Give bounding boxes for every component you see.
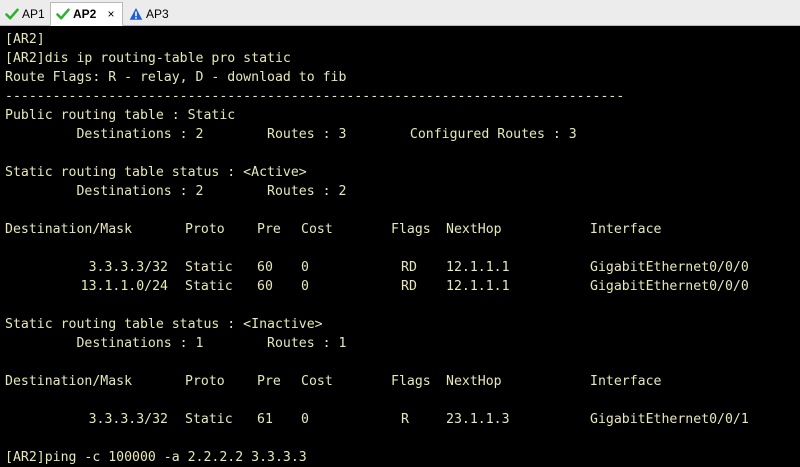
route-pre: 61 bbox=[257, 412, 273, 427]
col-header-cost: Cost bbox=[301, 374, 333, 389]
col-header-interface: Interface bbox=[590, 222, 662, 237]
route-flags: RD bbox=[401, 279, 417, 294]
route-cost: 0 bbox=[301, 279, 309, 294]
route-pre: 60 bbox=[257, 279, 273, 294]
route-proto: Static bbox=[185, 279, 233, 294]
route-nexthop: 23.1.1.3 bbox=[446, 412, 510, 427]
route-cost: 0 bbox=[301, 260, 309, 275]
route-proto: Static bbox=[185, 412, 233, 427]
col-header-nexthop: NextHop bbox=[446, 374, 502, 389]
route-pre: 60 bbox=[257, 260, 273, 275]
route-interface: GigabitEthernet0/0/0 bbox=[590, 260, 749, 275]
terminal-line: Destinations : 2 Routes : 2 bbox=[5, 184, 347, 199]
terminal-line: Route Flags: R - relay, D - download to … bbox=[5, 70, 347, 85]
col-header-interface: Interface bbox=[590, 374, 662, 389]
col-header-destination: Destination/Mask bbox=[5, 374, 133, 389]
route-interface: GigabitEthernet0/0/1 bbox=[590, 412, 749, 427]
route-destination: 3.3.3.3/32 bbox=[88, 260, 168, 275]
col-header-flags: Flags bbox=[391, 222, 431, 237]
tab-ap1[interactable]: AP1 bbox=[0, 2, 50, 26]
terminal-line: ----------------------------------------… bbox=[5, 89, 625, 104]
col-header-flags: Flags bbox=[391, 374, 431, 389]
tab-ap3-label: AP3 bbox=[146, 7, 169, 21]
tab-ap2[interactable]: AP2 × bbox=[50, 2, 123, 26]
tab-bar: AP1 AP2 × AP3 bbox=[0, 0, 800, 26]
terminal-line: Static routing table status : <Inactive> bbox=[5, 317, 323, 332]
terminal-line: Destinations : 2 Routes : 3 Configured R… bbox=[5, 127, 577, 142]
route-interface: GigabitEthernet0/0/0 bbox=[590, 279, 749, 294]
col-header-nexthop: NextHop bbox=[446, 222, 502, 237]
col-header-cost: Cost bbox=[301, 222, 333, 237]
col-header-destination: Destination/Mask bbox=[5, 222, 133, 237]
col-header-proto: Proto bbox=[185, 374, 225, 389]
tab-ap3[interactable]: AP3 bbox=[124, 2, 176, 26]
terminal-line: Static routing table status : <Active> bbox=[5, 165, 307, 180]
terminal-line: Destinations : 1 Routes : 1 bbox=[5, 336, 347, 351]
route-proto: Static bbox=[185, 260, 233, 275]
route-flags: RD bbox=[401, 260, 417, 275]
check-icon bbox=[4, 6, 20, 22]
route-destination: 3.3.3.3/32 bbox=[88, 412, 168, 427]
col-header-pre: Pre bbox=[257, 222, 281, 237]
route-nexthop: 12.1.1.1 bbox=[446, 279, 510, 294]
route-nexthop: 12.1.1.1 bbox=[446, 260, 510, 275]
terminal-line: [AR2]dis ip routing-table pro static bbox=[5, 51, 291, 66]
close-icon[interactable]: × bbox=[105, 7, 117, 21]
route-destination: 13.1.1.0/24 bbox=[80, 279, 168, 294]
route-flags: R bbox=[401, 412, 409, 427]
col-header-pre: Pre bbox=[257, 374, 281, 389]
tab-ap1-label: AP1 bbox=[22, 7, 45, 21]
terminal-line: [AR2] bbox=[5, 32, 45, 47]
tab-ap2-label: AP2 bbox=[73, 7, 97, 21]
route-cost: 0 bbox=[301, 412, 309, 427]
terminal-output[interactable]: [AR2] [AR2]dis ip routing-table pro stat… bbox=[0, 27, 800, 467]
col-header-proto: Proto bbox=[185, 222, 225, 237]
warning-icon bbox=[128, 6, 144, 22]
command-prompt[interactable]: [AR2]ping -c 100000 -a 2.2.2.2 3.3.3.3 bbox=[5, 448, 307, 467]
check-icon bbox=[55, 6, 71, 22]
terminal-line: Public routing table : Static bbox=[5, 108, 236, 123]
